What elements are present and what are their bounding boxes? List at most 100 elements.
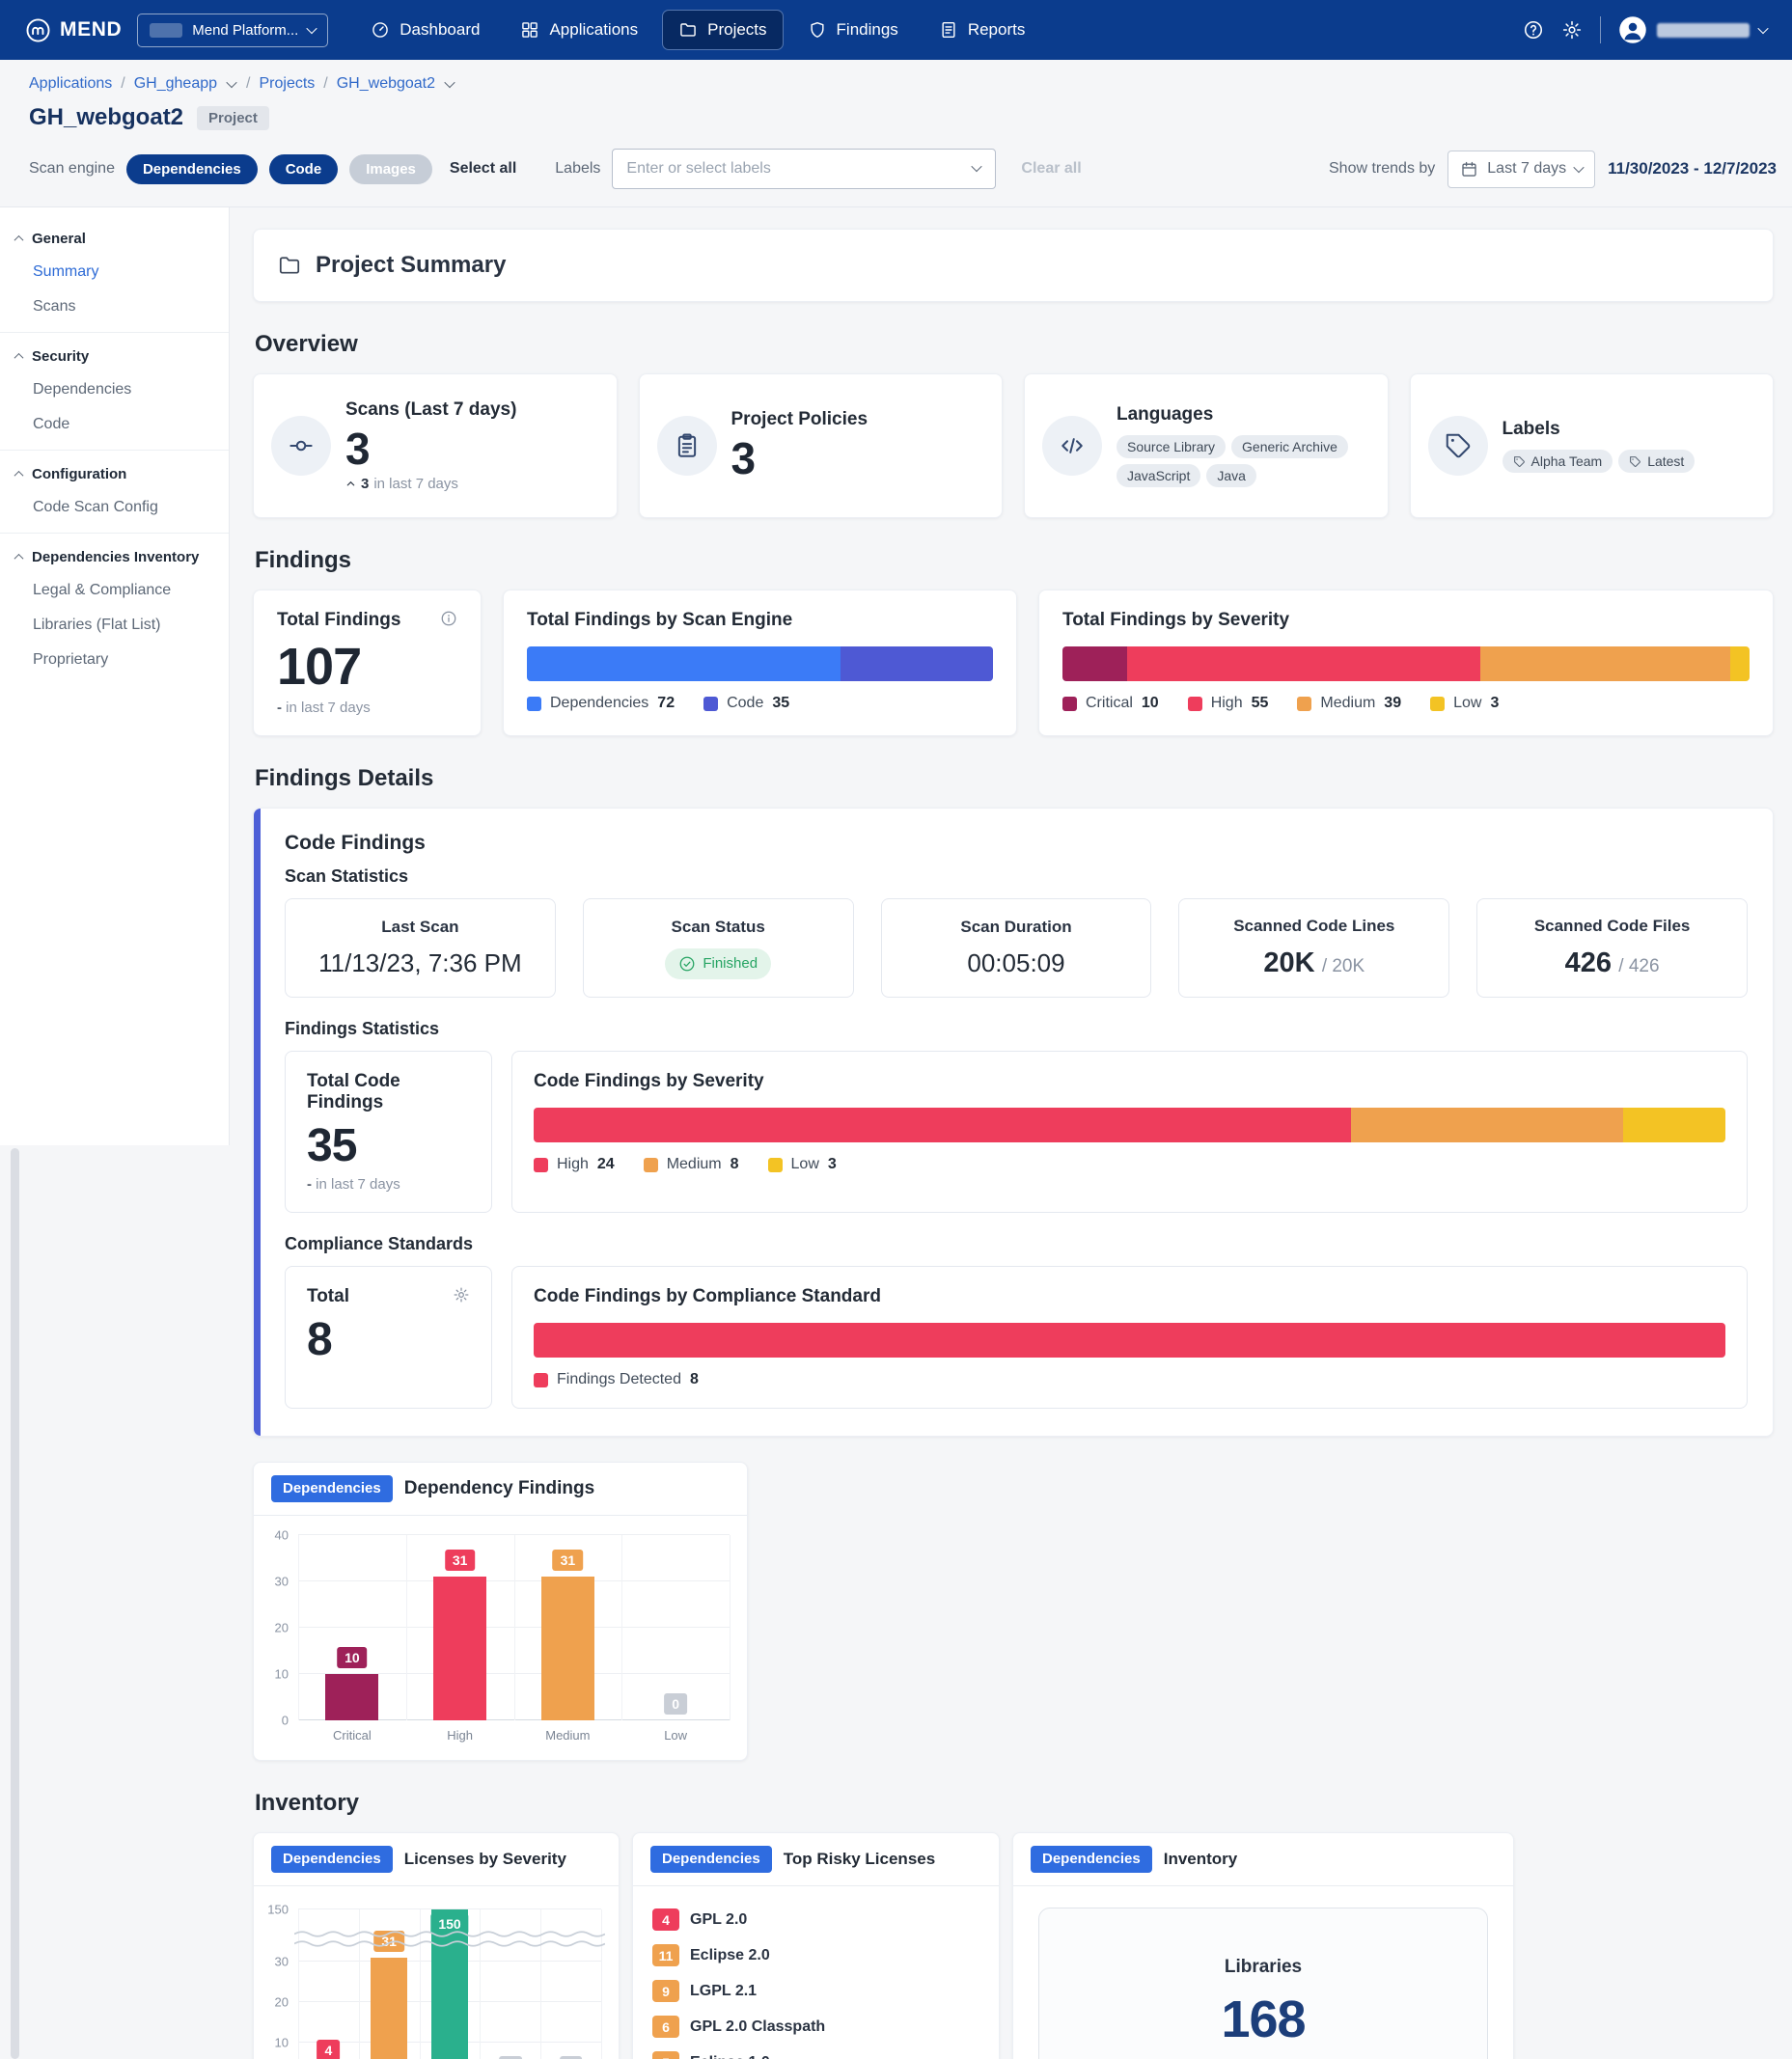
inventory-cards: Dependencies Licenses by Severity 010203… [253,1832,1774,2059]
stat-title: Last Scan [299,918,541,937]
select-all-link[interactable]: Select all [450,160,516,178]
engine-pill-images[interactable]: Images [349,154,432,184]
scans-card: Scans (Last 7 days) 3 3 in last 7 days [253,373,618,518]
chevron-down-icon [307,23,317,34]
bar-critical [325,1674,378,1720]
legend-high: High24 [534,1156,615,1173]
license-row[interactable]: 11 Eclipse 2.0 [652,1937,979,1973]
card-title: Top Risky Licenses [784,1850,935,1869]
x-label-medium: Medium [514,1728,622,1744]
findings-by-scan-engine-card: Total Findings by Scan Engine Dependenci… [503,590,1017,736]
legend-code: Code35 [703,695,789,712]
card-title: Project Policies [731,409,868,430]
sidebar-item-code-scan-config[interactable]: Code Scan Config [0,490,229,525]
legend-swatch [1430,697,1445,711]
chevron-down-icon[interactable] [444,77,455,88]
calendar-icon [1460,160,1478,178]
scrollbar[interactable] [11,1148,19,2059]
sidebar-item-libraries-flat-list[interactable]: Libraries (Flat List) [0,608,229,643]
workspace-label: Mend Platform... [192,22,298,39]
tag-mini-icon [1629,455,1641,468]
engine-pill-dependencies[interactable]: Dependencies [126,154,258,184]
chart-y-axis: 010203040 [258,1535,298,1720]
nav-projects[interactable]: Projects [663,11,782,49]
breadcrumb-separator: / [246,75,250,93]
sidebar-item-legal-compliance[interactable]: Legal & Compliance [0,573,229,608]
workspace-selector[interactable]: Mend Platform... [137,14,328,47]
card-title: Scans (Last 7 days) [345,399,516,421]
bar-segment-medium [1480,646,1731,681]
breadcrumb-separator: / [323,75,327,93]
sidebar-section-toggle-security[interactable]: Security [0,337,229,372]
info-icon[interactable] [440,610,457,627]
status-badge: Finished [665,948,771,979]
sidebar-item-summary[interactable]: Summary [0,255,229,289]
total-code-findings-value: 35 [307,1121,470,1172]
nav-findings[interactable]: Findings [792,11,914,49]
card-header: Dependencies Inventory [1013,1833,1513,1886]
language-tag: Source Library [1117,435,1226,458]
clipboard-icon [657,416,717,476]
redacted-org-name [150,23,182,38]
legend-low: Low3 [1430,695,1499,712]
bar-segment-high [1127,646,1480,681]
compliance-total-card: Total 8 [285,1266,492,1409]
sidebar-section-toggle-general[interactable]: General [0,219,229,255]
chevron-down-icon [1573,162,1584,173]
libraries-panel[interactable]: Libraries 168 [1038,1908,1488,2059]
license-row[interactable]: 9 LGPL 2.1 [652,1973,979,2009]
sidebar-section-title: Security [32,348,89,365]
license-row[interactable]: 6 GPL 2.0 Classpath [652,2009,979,2045]
compliance-row: Total 8 Code Findings by Compliance Stan… [285,1266,1748,1409]
settings-button[interactable] [1561,19,1583,41]
scan-statistics-cards: Last Scan 11/13/23, 7:36 PM Scan Status … [285,898,1748,998]
help-button[interactable] [1523,19,1544,41]
license-row[interactable]: 5 Eclipse 1.0 [652,2045,979,2059]
sidebar-item-dependencies[interactable]: Dependencies [0,372,229,407]
labels-label: Labels [555,160,600,178]
breadcrumb-projects[interactable]: Projects [259,75,315,93]
show-trends-label: Show trends by [1329,160,1435,178]
mend-logo[interactable]: MEND [25,17,122,43]
value-label-low: 0 [664,1693,687,1715]
scan-duration-card: Scan Duration 00:05:09 [881,898,1152,998]
clear-all-link[interactable]: Clear all [1021,160,1081,178]
sidebar-item-proprietary[interactable]: Proprietary [0,643,229,677]
license-row[interactable]: 4 GPL 2.0 [652,1902,979,1937]
brand-name: MEND [60,18,122,41]
legend-critical: Critical10 [1062,695,1159,712]
libraries-label: Libraries [1059,1957,1468,1978]
project-summary-title: Project Summary [316,252,506,279]
license-count-badge: 5 [652,2051,679,2059]
engine-pill-code[interactable]: Code [269,154,339,184]
breadcrumb-applications[interactable]: Applications [29,75,112,93]
card-title: Total [307,1286,349,1307]
nav-label: Projects [707,20,766,40]
findings-heading: Findings [255,547,1774,574]
breadcrumb-gh-gheapp[interactable]: GH_gheapp [134,75,217,93]
nav-applications[interactable]: Applications [505,11,653,49]
bar-segment-findings-detected [534,1323,1725,1358]
license-name: GPL 2.0 Classpath [690,2018,825,2036]
user-menu[interactable] [1618,15,1767,44]
trends-dropdown[interactable]: Last 7 days [1447,151,1595,188]
code-severity-legend: High24Medium8Low3 [534,1156,1725,1173]
findings-icon [808,20,827,40]
nav-reports[interactable]: Reports [924,11,1041,49]
legend-medium: Medium39 [1297,695,1401,712]
chevron-up-icon [14,471,24,480]
sidebar-section-toggle-dependencies-inventory[interactable]: Dependencies Inventory [0,537,229,573]
labels-input[interactable] [612,149,996,189]
breadcrumb-gh-webgoat2[interactable]: GH_webgoat2 [337,75,435,93]
navbar-right [1523,15,1767,44]
nav-dashboard[interactable]: Dashboard [355,11,495,49]
sidebar-item-code[interactable]: Code [0,407,229,442]
tag-icon [1428,416,1488,476]
chevron-down-icon[interactable] [226,77,236,88]
top-risky-licenses-card: Dependencies Top Risky Licenses 4 GPL 2.… [632,1832,1000,2059]
help-icon [1523,19,1544,41]
gear-icon[interactable] [453,1286,470,1304]
value-label-high: 31 [445,1550,476,1571]
sidebar-item-scans[interactable]: Scans [0,289,229,324]
sidebar-section-toggle-configuration[interactable]: Configuration [0,454,229,490]
